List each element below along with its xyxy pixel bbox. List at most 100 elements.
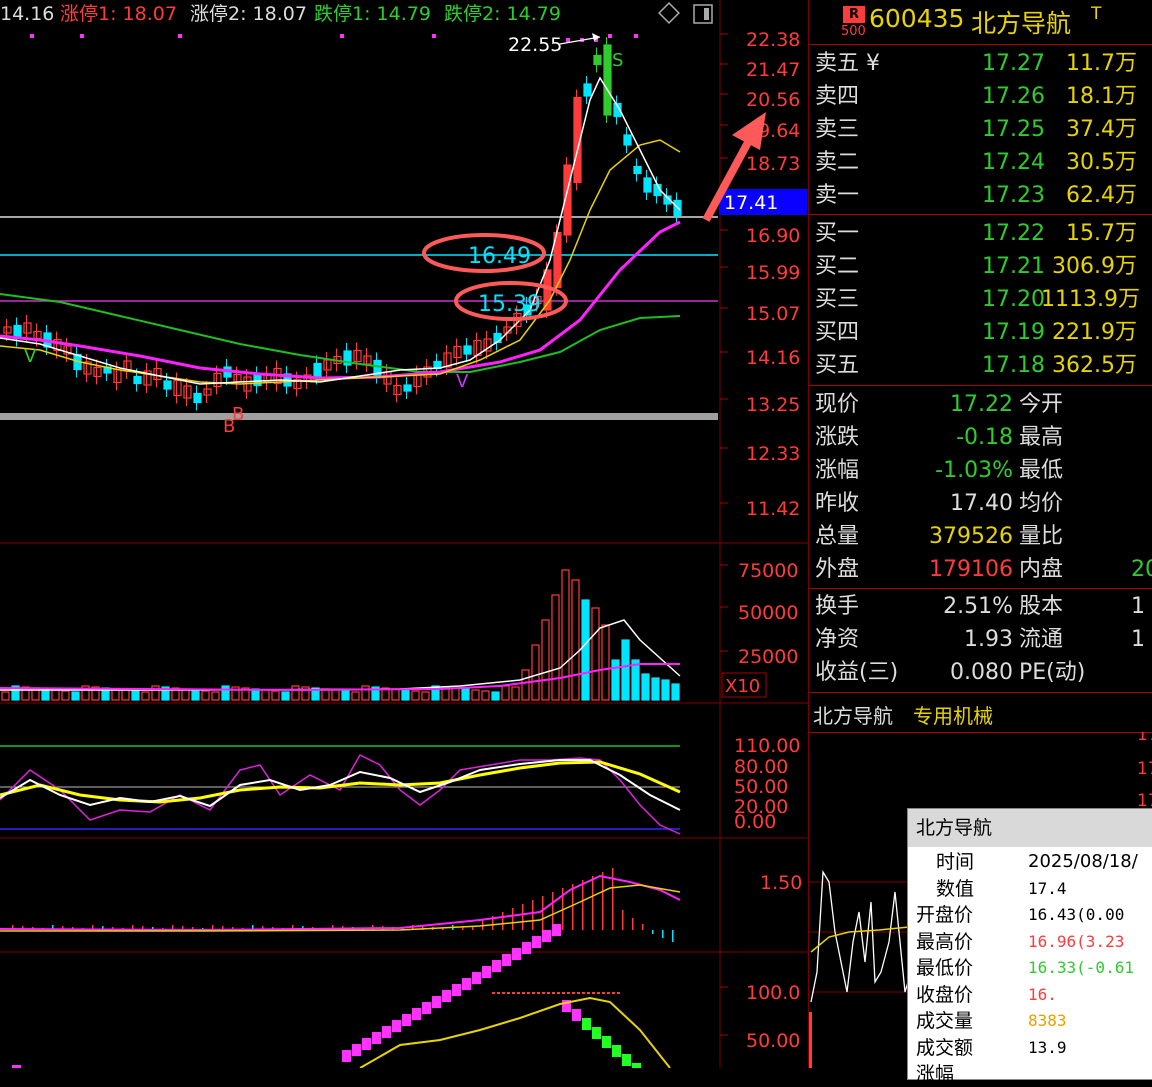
stat2-row: 换手 2.51% 股本 1 <box>809 590 1152 623</box>
popup-row-value: 16. <box>1028 984 1057 1004</box>
buy-order-row-label: 买三 <box>815 287 860 312</box>
kdj-j-line <box>0 754 681 835</box>
buy-order-row-volume: 15.7万 <box>1066 221 1137 246</box>
popup-row-value: 16.96(3.23 <box>1028 931 1125 951</box>
volume-axis: 75000 50000 25000 <box>720 560 798 668</box>
stock-tag: T <box>1091 4 1102 24</box>
stat2-row-extra: 1 <box>1131 627 1145 652</box>
industry-sector[interactable]: 专用机械 <box>913 700 993 729</box>
buy-order-row-label: 买一 <box>815 221 860 246</box>
sell-order-row-volume: 30.5万 <box>1066 150 1137 175</box>
buy-order-row-label: 买二 <box>815 254 860 279</box>
limit-up-2: 涨停2: 18.07 <box>190 3 307 25</box>
stat-row-label: 涨幅 <box>815 458 860 483</box>
popup-row-value: 16.43(0.00 <box>1028 905 1125 924</box>
stat-row-label: 总量 <box>815 524 860 549</box>
sell-order-row-label: 卖三 <box>815 117 860 142</box>
stat-row-value: -1.03% <box>935 458 1013 483</box>
stat-row-label2: 最低 <box>1019 458 1064 483</box>
sell-order-row[interactable]: 卖二 17.24 30.5万 <box>809 146 1152 179</box>
stat2-row-extra: 1 <box>1131 594 1145 619</box>
sell-order-row[interactable]: 卖五 ¥ 17.27 11.7万 <box>809 47 1152 80</box>
diamond-icon[interactable] <box>658 2 680 24</box>
candle-info-popup[interactable]: 北方导航 时间 2025/08/18/数值 17.4 开盘价 16.43(0.00 最高价… <box>907 808 1152 1085</box>
buy-order-row-price: 17.18 <box>982 353 1045 378</box>
ma-magenta-line <box>0 220 681 380</box>
popup-row-label: 最高价 <box>916 930 974 953</box>
kdj-tick-label: 80.00 <box>734 756 788 778</box>
sell-order-row-price: 17.27 <box>982 51 1045 76</box>
macd-axis: 1.50 <box>760 872 802 894</box>
price-tick-label: 22.38 <box>746 29 800 51</box>
popup-row: 最低价 16.33(-0.61 <box>908 955 1152 981</box>
stat2-row-label2: 股本 <box>1019 594 1064 619</box>
sell-order-row-volume: 18.1万 <box>1066 84 1137 109</box>
volume-bars <box>1 569 680 701</box>
buy-order-row-volume: 1113.9万 <box>1041 287 1140 312</box>
sell-order-row-price: 17.24 <box>982 150 1045 175</box>
macd-dea-line <box>0 884 681 932</box>
stat2-row-value: 2.51% <box>943 594 1013 619</box>
stat-row-label: 昨收 <box>815 491 860 516</box>
level-label-16-49: 16.49 <box>468 244 531 269</box>
macd-tick-label: 1.50 <box>760 872 802 894</box>
panel-toggle-icon[interactable] <box>693 4 713 24</box>
stat-row-label2: 量比 <box>1019 524 1064 549</box>
popup-row-value: 16.33(-0.61 <box>1028 958 1134 977</box>
kdj-tick-label: 50.00 <box>734 776 788 798</box>
popup-row: 时间 2025/08/18/ <box>908 849 1152 875</box>
stat-row-label2: 均价 <box>1019 491 1064 516</box>
stat2-row: 收益(三) 0.080 PE(动) <box>809 656 1152 689</box>
sell-order-row[interactable]: 卖四 17.26 18.1万 <box>809 80 1152 113</box>
stat-row-value: 379526 <box>929 524 1013 549</box>
buy-order-row[interactable]: 买四 17.19 221.9万 <box>809 316 1152 349</box>
stat-row: 涨幅 -1.03% 最低 <box>809 454 1152 487</box>
volume-tick-label: 75000 <box>738 560 798 582</box>
stat2-row-label: 收益(三) <box>815 660 899 685</box>
stat-row-label: 外盘 <box>815 557 860 582</box>
stat2-row-label: 净资 <box>815 627 860 652</box>
buy-order-row[interactable]: 买二 17.21 306.9万 <box>809 250 1152 283</box>
v-signal-mark-2: V <box>456 371 469 392</box>
candlesticks <box>3 37 682 411</box>
stat2-row-value: 1.93 <box>964 627 1013 652</box>
popup-row: 数值 17.4 <box>908 876 1152 902</box>
stat-row-value: 17.40 <box>950 491 1013 516</box>
kline-chart-area[interactable]: 14.16 涨停1: 18.07 涨停2: 18.07 跌停1: 14.79 跌… <box>0 0 808 1068</box>
price-tick-label: 15.07 <box>746 303 800 325</box>
price-tick-label: 20.56 <box>746 89 800 111</box>
kdj-axis: 110.0080.0050.0020.000.00 <box>734 735 800 833</box>
buy-order-row[interactable]: 买五 17.18 362.5万 <box>809 349 1152 382</box>
buy-order-row-volume: 362.5万 <box>1052 353 1137 378</box>
limit-down-2: 跌停2: 14.79 <box>444 3 561 25</box>
volume-tick-label: 25000 <box>738 646 798 668</box>
price-tick-label: 15.99 <box>746 262 800 284</box>
ma-value: 14.16 <box>0 3 54 25</box>
stat-row: 现价 17.22 今开 <box>809 388 1152 421</box>
sell-order-row-label: 卖五 ¥ <box>815 51 880 76</box>
stat-row-label: 现价 <box>815 392 860 417</box>
stat2-row-value: 0.080 <box>950 660 1013 685</box>
popup-row-label: 涨幅 <box>916 1063 955 1085</box>
kdj-tick-label: 0.00 <box>734 811 776 833</box>
stock-badge-top: R <box>843 6 865 23</box>
sell-order-row[interactable]: 卖三 17.25 37.4万 <box>809 113 1152 146</box>
buy-order-row-volume: 221.9万 <box>1052 320 1137 345</box>
v-signal-mark: V <box>24 346 37 367</box>
price-tick-label: 18.73 <box>746 153 800 175</box>
sell-order-row[interactable]: 卖一 17.23 62.4万 <box>809 179 1152 212</box>
stat-row-value: 179106 <box>929 557 1013 582</box>
stat-row: 涨跌 -0.18 最高 <box>809 421 1152 454</box>
popup-row: 收盘价 16. <box>908 982 1152 1008</box>
buy-order-row[interactable]: 买一 17.22 15.7万 <box>809 217 1152 250</box>
limit-up-1: 涨停1: 18.07 <box>60 3 177 25</box>
volume-ma-magenta <box>0 663 680 692</box>
mini-axis-1: 17 <box>1137 732 1152 745</box>
stat2-row-label2: PE(动) <box>1019 660 1086 685</box>
stat-row: 外盘 179106内盘 20 <box>809 553 1152 586</box>
stock-name[interactable]: 北方导航 <box>971 4 1071 40</box>
price-tick-label: 14.16 <box>746 347 800 369</box>
sell-order-row-label: 卖一 <box>815 183 860 208</box>
buy-order-row[interactable]: 买三 17.20 1113.9万 <box>809 283 1152 316</box>
sell-order-row-volume: 37.4万 <box>1066 117 1137 142</box>
